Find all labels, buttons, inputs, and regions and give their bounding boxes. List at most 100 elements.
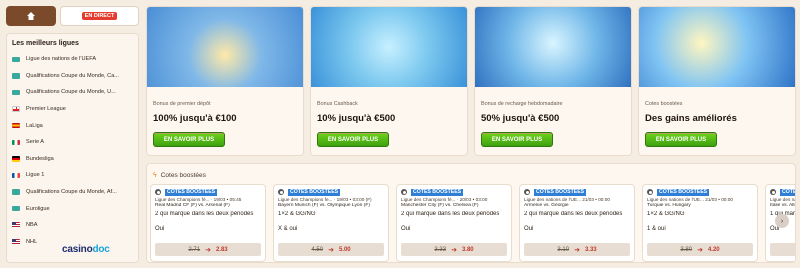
flag-icon <box>12 139 20 146</box>
boosted-title: Cotes boostées <box>160 171 206 179</box>
flag-icon <box>12 222 20 228</box>
bet-selection: Oui <box>155 226 165 232</box>
bet-header: COTES BOOSTÉES <box>278 188 384 196</box>
flag-icon <box>12 172 20 179</box>
boosted-bets-row: COTES BOOSTÉES Ligue des Champions fé... … <box>147 184 795 262</box>
promo-body: Bonus de recharge hebdomadaire 50% jusqu'… <box>475 87 631 151</box>
bet-market: 1×2 & GG/NG <box>278 211 316 217</box>
promo-subtitle: Cotes boostées <box>645 101 683 107</box>
league-item[interactable]: Qualifications Coupe du Monde, Af... <box>12 184 133 201</box>
bet-header: COTES BOOSTÉES <box>401 188 507 196</box>
odds-button[interactable]: 4.50 ➜ 5.00 <box>278 243 384 256</box>
odds-button[interactable]: 2.71 ➜ 2.83 <box>155 243 261 256</box>
arrow-right-icon: ➜ <box>451 246 457 254</box>
flag-icon <box>12 89 20 96</box>
league-item[interactable]: Serie A <box>12 134 133 151</box>
live-badge: EN DIRECT <box>81 12 118 20</box>
boosted-bet-card[interactable]: COTES BOOSTÉES Ligue des Champions fé... … <box>150 184 266 262</box>
promo-title: 50% jusqu'à €500 <box>481 113 560 124</box>
league-item[interactable]: Ligue des nations de l'UEFA <box>12 51 133 68</box>
live-tab[interactable]: EN DIRECT <box>60 6 139 26</box>
bet-match: Turquie vs. Hungary <box>647 203 691 208</box>
bet-league: Ligue des Champions fe... · 19/03 • 03:0… <box>278 197 372 202</box>
arrow-right-icon: ➜ <box>574 246 580 254</box>
boosted-bet-card[interactable]: COTES BOOSTÉESLigue des nations de l'UE.… <box>642 184 758 262</box>
league-item[interactable]: Euroligue <box>12 200 133 217</box>
boosted-tag: COTES BOOSTÉES <box>534 188 587 196</box>
league-item[interactable]: Qualifications Coupe du Monde, U... <box>12 84 133 101</box>
bolt-icon: ϟ <box>153 171 157 179</box>
football-icon <box>155 189 161 195</box>
bet-market: 2 qui marque dans les deux périodes <box>524 211 623 217</box>
learn-more-button[interactable]: EN SAVOIR PLUS <box>481 132 553 147</box>
arrow-right-icon: ➜ <box>205 246 211 254</box>
home-icon <box>27 12 35 20</box>
top-leagues-panel: Les meilleurs ligues Ligue des nations d… <box>6 33 139 263</box>
promo-illustration <box>311 7 467 87</box>
boosted-bet-card[interactable]: COTES BOOSTÉES Ligue des Champions fé... … <box>396 184 512 262</box>
new-odds: 4.20 <box>707 246 720 253</box>
promo-cards: Bonus de premier dépôt 100% jusqu'à €100 E… <box>146 6 796 156</box>
league-item[interactable]: NBA <box>12 217 133 234</box>
odds-button[interactable]: 3.80 ➜ 4.20 <box>647 243 753 256</box>
new-odds: 2.83 <box>215 246 228 253</box>
bet-selection: Oui <box>524 226 534 232</box>
odds-button[interactable]: 3.10 ➜ 3.33 <box>524 243 630 256</box>
sidebar: EN DIRECT Les meilleurs ligues Ligue des… <box>6 6 139 264</box>
flag-icon <box>12 56 20 63</box>
boosted-bet-card[interactable]: COTES BOOSTÉESLigue des nations de l'UE.… <box>519 184 635 262</box>
league-label: NBA <box>26 222 38 229</box>
league-label: Qualifications Coupe du Monde, Ca... <box>26 72 119 79</box>
bet-league: Ligue des Champions fé... · 20/03 • 03:0… <box>401 197 488 202</box>
boosted-tag: COTES BOOSTÉES <box>165 188 218 196</box>
promo-title: 100% jusqu'à €100 <box>153 113 237 124</box>
league-label: Qualifications Coupe du Monde, U... <box>26 89 116 96</box>
learn-more-button[interactable]: EN SAVOIR PLUS <box>645 132 717 147</box>
bet-match: Real Madrid CF (F) vs. Arsenal (F) <box>155 203 230 208</box>
boosted-bet-card[interactable]: COTES BOOSTÉES Ligue des Champions fe... … <box>273 184 389 262</box>
promo-subtitle: Bonus de premier dépôt <box>153 101 211 107</box>
old-odds: 2.71 <box>188 246 201 253</box>
league-label: Serie A <box>26 139 45 146</box>
old-odds: 3.10 <box>557 246 570 253</box>
promo-card: Cotes boostées Des gains améliorés EN SAVO… <box>638 6 796 156</box>
bet-league: Ligue des Champions fé... · 19/03 • 05:4… <box>155 197 242 202</box>
promo-title: Des gains améliorés <box>645 113 737 124</box>
scroll-next-button[interactable]: › <box>775 214 789 228</box>
boosted-tag: COTES BOOSTÉES <box>657 188 710 196</box>
new-odds: 5.00 <box>338 246 351 253</box>
odds-button[interactable]: 3.33 ➜ 3.80 <box>401 243 507 256</box>
bet-match: Arménie vs. Géorgie <box>524 203 569 208</box>
league-item[interactable]: Ligue 1 <box>12 167 133 184</box>
promo-illustration <box>639 7 795 87</box>
bet-selection: 1 & oui <box>647 226 666 232</box>
league-label: NHL <box>26 238 38 245</box>
promo-card: Bonus de premier dépôt 100% jusqu'à €100 E… <box>146 6 304 156</box>
bet-match: Manchester City (F) vs. Chelsea (F) <box>401 203 479 208</box>
league-label: Qualifications Coupe du Monde, Af... <box>26 189 117 196</box>
league-label: Premier League <box>26 106 66 113</box>
flag-icon <box>12 205 20 212</box>
flag-icon <box>12 189 20 195</box>
league-item[interactable]: Premier League <box>12 101 133 118</box>
arrow-right-icon: ➜ <box>697 246 703 254</box>
league-item[interactable]: LaLiga <box>12 117 133 134</box>
bet-market: 1×2 & GG/NG <box>647 211 685 217</box>
bet-header: COTES BOOSTÉES <box>155 188 261 196</box>
odds-button[interactable] <box>770 243 795 256</box>
flag-icon <box>12 122 20 129</box>
football-icon <box>524 189 530 195</box>
bet-header: COTES BOOSTÉES <box>524 188 630 196</box>
bet-header: COTES BOOSTÉES <box>647 188 753 196</box>
bet-league: Ligue des nations de l'UE... 21/03 • 00:… <box>524 197 610 202</box>
league-item[interactable]: Qualifications Coupe du Monde, Ca... <box>12 68 133 85</box>
bet-league: Ligue des nations de l'UE... <box>770 197 795 202</box>
league-item[interactable]: Bundesliga <box>12 151 133 168</box>
home-button[interactable] <box>6 6 56 26</box>
learn-more-button[interactable]: EN SAVOIR PLUS <box>153 132 225 147</box>
promo-body: Bonus de premier dépôt 100% jusqu'à €100 E… <box>147 87 303 151</box>
bet-market: 2 qui marque dans les deux périodes <box>401 211 500 217</box>
flag-icon <box>12 156 20 162</box>
boosted-tag: COTES BOOSTÉES <box>780 188 795 196</box>
learn-more-button[interactable]: EN SAVOIR PLUS <box>317 132 389 147</box>
